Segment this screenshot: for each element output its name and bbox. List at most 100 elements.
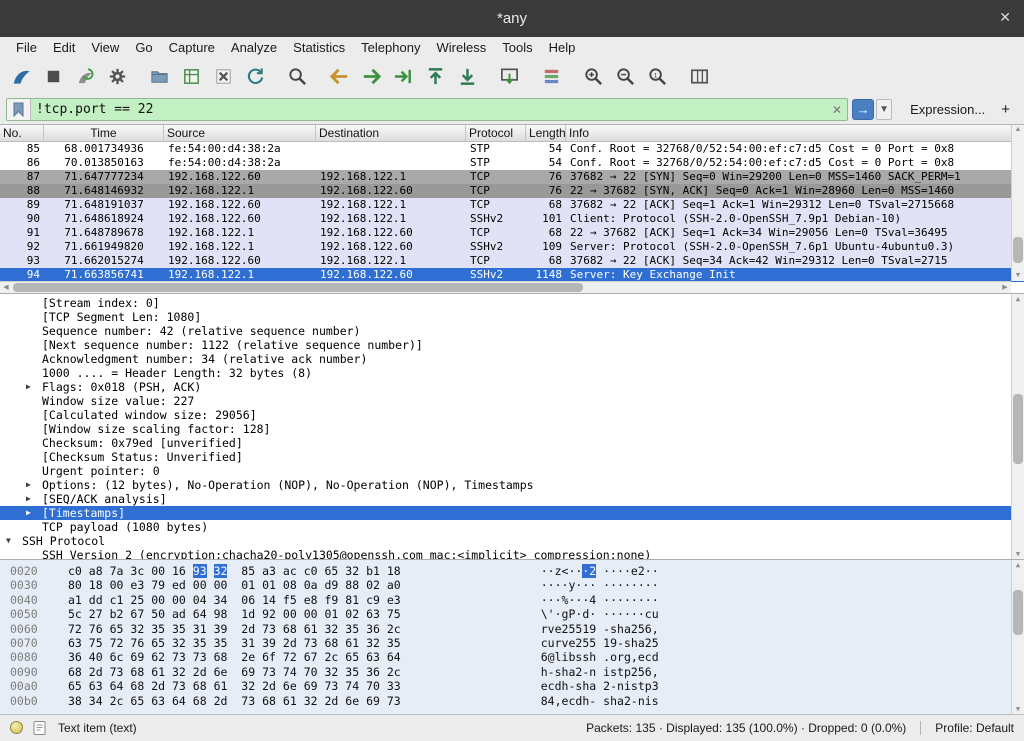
go-forward-button[interactable] [358,63,385,90]
expand-icon[interactable]: ▶ [26,380,42,394]
column-header-info[interactable]: Info [566,125,1024,141]
scroll-left-icon[interactable]: ◀ [0,282,12,293]
go-to-packet-button[interactable] [390,63,417,90]
filter-dropdown-icon[interactable]: ▼ [876,99,892,120]
details-vscrollbar[interactable]: ▲ ▼ [1011,294,1024,559]
packet-row[interactable]: 9171.648789678192.168.122.1192.168.122.6… [0,226,1024,240]
menu-tools[interactable]: Tools [494,38,540,57]
bytes-vscrollbar[interactable]: ▲ ▼ [1011,560,1024,714]
expression-button[interactable]: Expression... [910,102,985,117]
hex-row[interactable]: 00b038 34 2c 65 63 64 68 2d 73 68 61 32 … [10,694,1024,708]
scroll-right-icon[interactable]: ▶ [999,282,1011,293]
detail-line[interactable]: ▶Flags: 0x018 (PSH, ACK) [0,380,1024,394]
hex-row[interactable]: 00a065 63 64 68 2d 73 68 61 32 2d 6e 69 … [10,679,1024,693]
detail-line[interactable]: TCP payload (1080 bytes) [0,520,1024,534]
packet-row[interactable]: 8771.647777234192.168.122.60192.168.122.… [0,170,1024,184]
detail-line[interactable]: ▶[SEQ/ACK analysis] [0,492,1024,506]
packet-row[interactable]: 8670.013850163fe:54:00:d4:38:2aSTP54Conf… [0,156,1024,170]
zoom-in-button[interactable] [580,63,607,90]
reload-button[interactable] [242,63,269,90]
column-header-time[interactable]: Time [44,125,164,141]
auto-scroll-button[interactable] [496,63,523,90]
detail-line[interactable]: [TCP Segment Len: 1080] [0,310,1024,324]
detail-line[interactable]: ▶Options: (12 bytes), No-Operation (NOP)… [0,478,1024,492]
menu-wireless[interactable]: Wireless [428,38,494,57]
restart-capture-button[interactable] [72,63,99,90]
packet-row[interactable]: 9071.648618924192.168.122.60192.168.122.… [0,212,1024,226]
expand-icon[interactable]: ▶ [26,492,42,506]
detail-line[interactable]: [Next sequence number: 1122 (relative se… [0,338,1024,352]
menu-capture[interactable]: Capture [161,38,223,57]
close-file-button[interactable] [210,63,237,90]
packet-list-vscrollbar[interactable]: ▲ ▼ [1011,125,1024,281]
colorize-button[interactable] [538,63,565,90]
menu-telephony[interactable]: Telephony [353,38,428,57]
detail-line[interactable]: [Checksum Status: Unverified] [0,450,1024,464]
scrollbar-thumb[interactable] [1013,590,1023,635]
find-packet-button[interactable] [284,63,311,90]
menu-view[interactable]: View [83,38,127,57]
scroll-down-icon[interactable]: ▼ [1012,704,1024,714]
hex-row[interactable]: 009068 2d 73 68 61 32 2d 6e 69 73 74 70 … [10,665,1024,679]
detail-line[interactable]: Acknowledgment number: 34 (relative ack … [0,352,1024,366]
packet-row[interactable]: 9271.661949820192.168.122.1192.168.122.6… [0,240,1024,254]
hex-row[interactable]: 0020c0 a8 7a 3c 00 16 93 32 85 a3 ac c0 … [10,564,1024,578]
scrollbar-thumb[interactable] [1013,394,1023,464]
go-last-button[interactable] [454,63,481,90]
detail-line[interactable]: Checksum: 0x79ed [unverified] [0,436,1024,450]
hex-row[interactable]: 0040a1 dd c1 25 00 00 04 34 06 14 f5 e8 … [10,593,1024,607]
hex-row[interactable]: 003080 18 00 e3 79 ed 00 00 01 01 08 0a … [10,578,1024,592]
column-header-destination[interactable]: Destination [316,125,466,141]
filter-bookmark-icon[interactable] [7,99,31,120]
packet-row[interactable]: 8971.648191037192.168.122.60192.168.122.… [0,198,1024,212]
expand-icon[interactable]: ▶ [26,506,42,520]
detail-line[interactable]: ▼SSH Protocol [0,534,1024,548]
column-header-no[interactable]: No. [0,125,44,141]
filter-text[interactable]: !tcp.port == 22 [31,102,827,117]
column-header-length[interactable]: Length [526,125,566,141]
scroll-up-icon[interactable]: ▲ [1012,125,1024,135]
capture-options-button[interactable] [104,63,131,90]
menu-edit[interactable]: Edit [45,38,83,57]
detail-line[interactable]: [Stream index: 0] [0,296,1024,310]
hex-row[interactable]: 007063 75 72 76 65 32 35 35 31 39 2d 73 … [10,636,1024,650]
expand-icon[interactable]: ▶ [26,478,42,492]
packet-list-hscrollbar[interactable]: ◀ ▶ [0,281,1011,293]
detail-line[interactable]: Sequence number: 42 (relative sequence n… [0,324,1024,338]
detail-line[interactable]: 1000 .... = Header Length: 32 bytes (8) [0,366,1024,380]
resize-columns-button[interactable] [686,63,713,90]
titlebar[interactable]: *any ✕ [0,0,1024,37]
go-back-button[interactable] [326,63,353,90]
column-header-source[interactable]: Source [164,125,316,141]
menu-analyze[interactable]: Analyze [223,38,285,57]
add-filter-button[interactable]: + [1001,101,1010,118]
detail-line[interactable]: [Calculated window size: 29056] [0,408,1024,422]
scroll-down-icon[interactable]: ▼ [1012,549,1024,559]
collapse-icon[interactable]: ▼ [6,534,22,548]
detail-line[interactable]: SSH Version 2 (encryption:chacha20-poly1… [0,548,1024,559]
zoom-original-button[interactable]: 1 [644,63,671,90]
save-file-button[interactable] [178,63,205,90]
menu-go[interactable]: Go [127,38,160,57]
scroll-down-icon[interactable]: ▼ [1012,271,1024,281]
menu-file[interactable]: File [8,38,45,57]
hex-row[interactable]: 006072 76 65 32 35 35 31 39 2d 73 68 61 … [10,622,1024,636]
detail-line[interactable]: Urgent pointer: 0 [0,464,1024,478]
zoom-out-button[interactable] [612,63,639,90]
packet-row[interactable]: 8568.001734936fe:54:00:d4:38:2aSTP54Conf… [0,142,1024,156]
column-header-protocol[interactable]: Protocol [466,125,526,141]
profile-status[interactable]: Profile: Default [920,721,1014,735]
packet-row[interactable]: 9471.663856741192.168.122.1192.168.122.6… [0,268,1024,282]
stop-capture-button[interactable] [40,63,67,90]
packet-row[interactable]: 8871.648146932192.168.122.1192.168.122.6… [0,184,1024,198]
hex-row[interactable]: 008036 40 6c 69 62 73 73 68 2e 6f 72 67 … [10,650,1024,664]
filter-apply-icon[interactable]: → [852,99,874,120]
close-icon[interactable]: ✕ [999,10,1011,24]
filter-clear-icon[interactable]: ✕ [827,103,847,117]
scrollbar-thumb[interactable] [1013,237,1023,263]
scroll-up-icon[interactable]: ▲ [1012,560,1024,570]
go-first-button[interactable] [422,63,449,90]
scrollbar-thumb[interactable] [13,283,583,292]
menu-help[interactable]: Help [541,38,584,57]
hex-row[interactable]: 00505c 27 b2 67 50 ad 64 98 1d 92 00 00 … [10,607,1024,621]
